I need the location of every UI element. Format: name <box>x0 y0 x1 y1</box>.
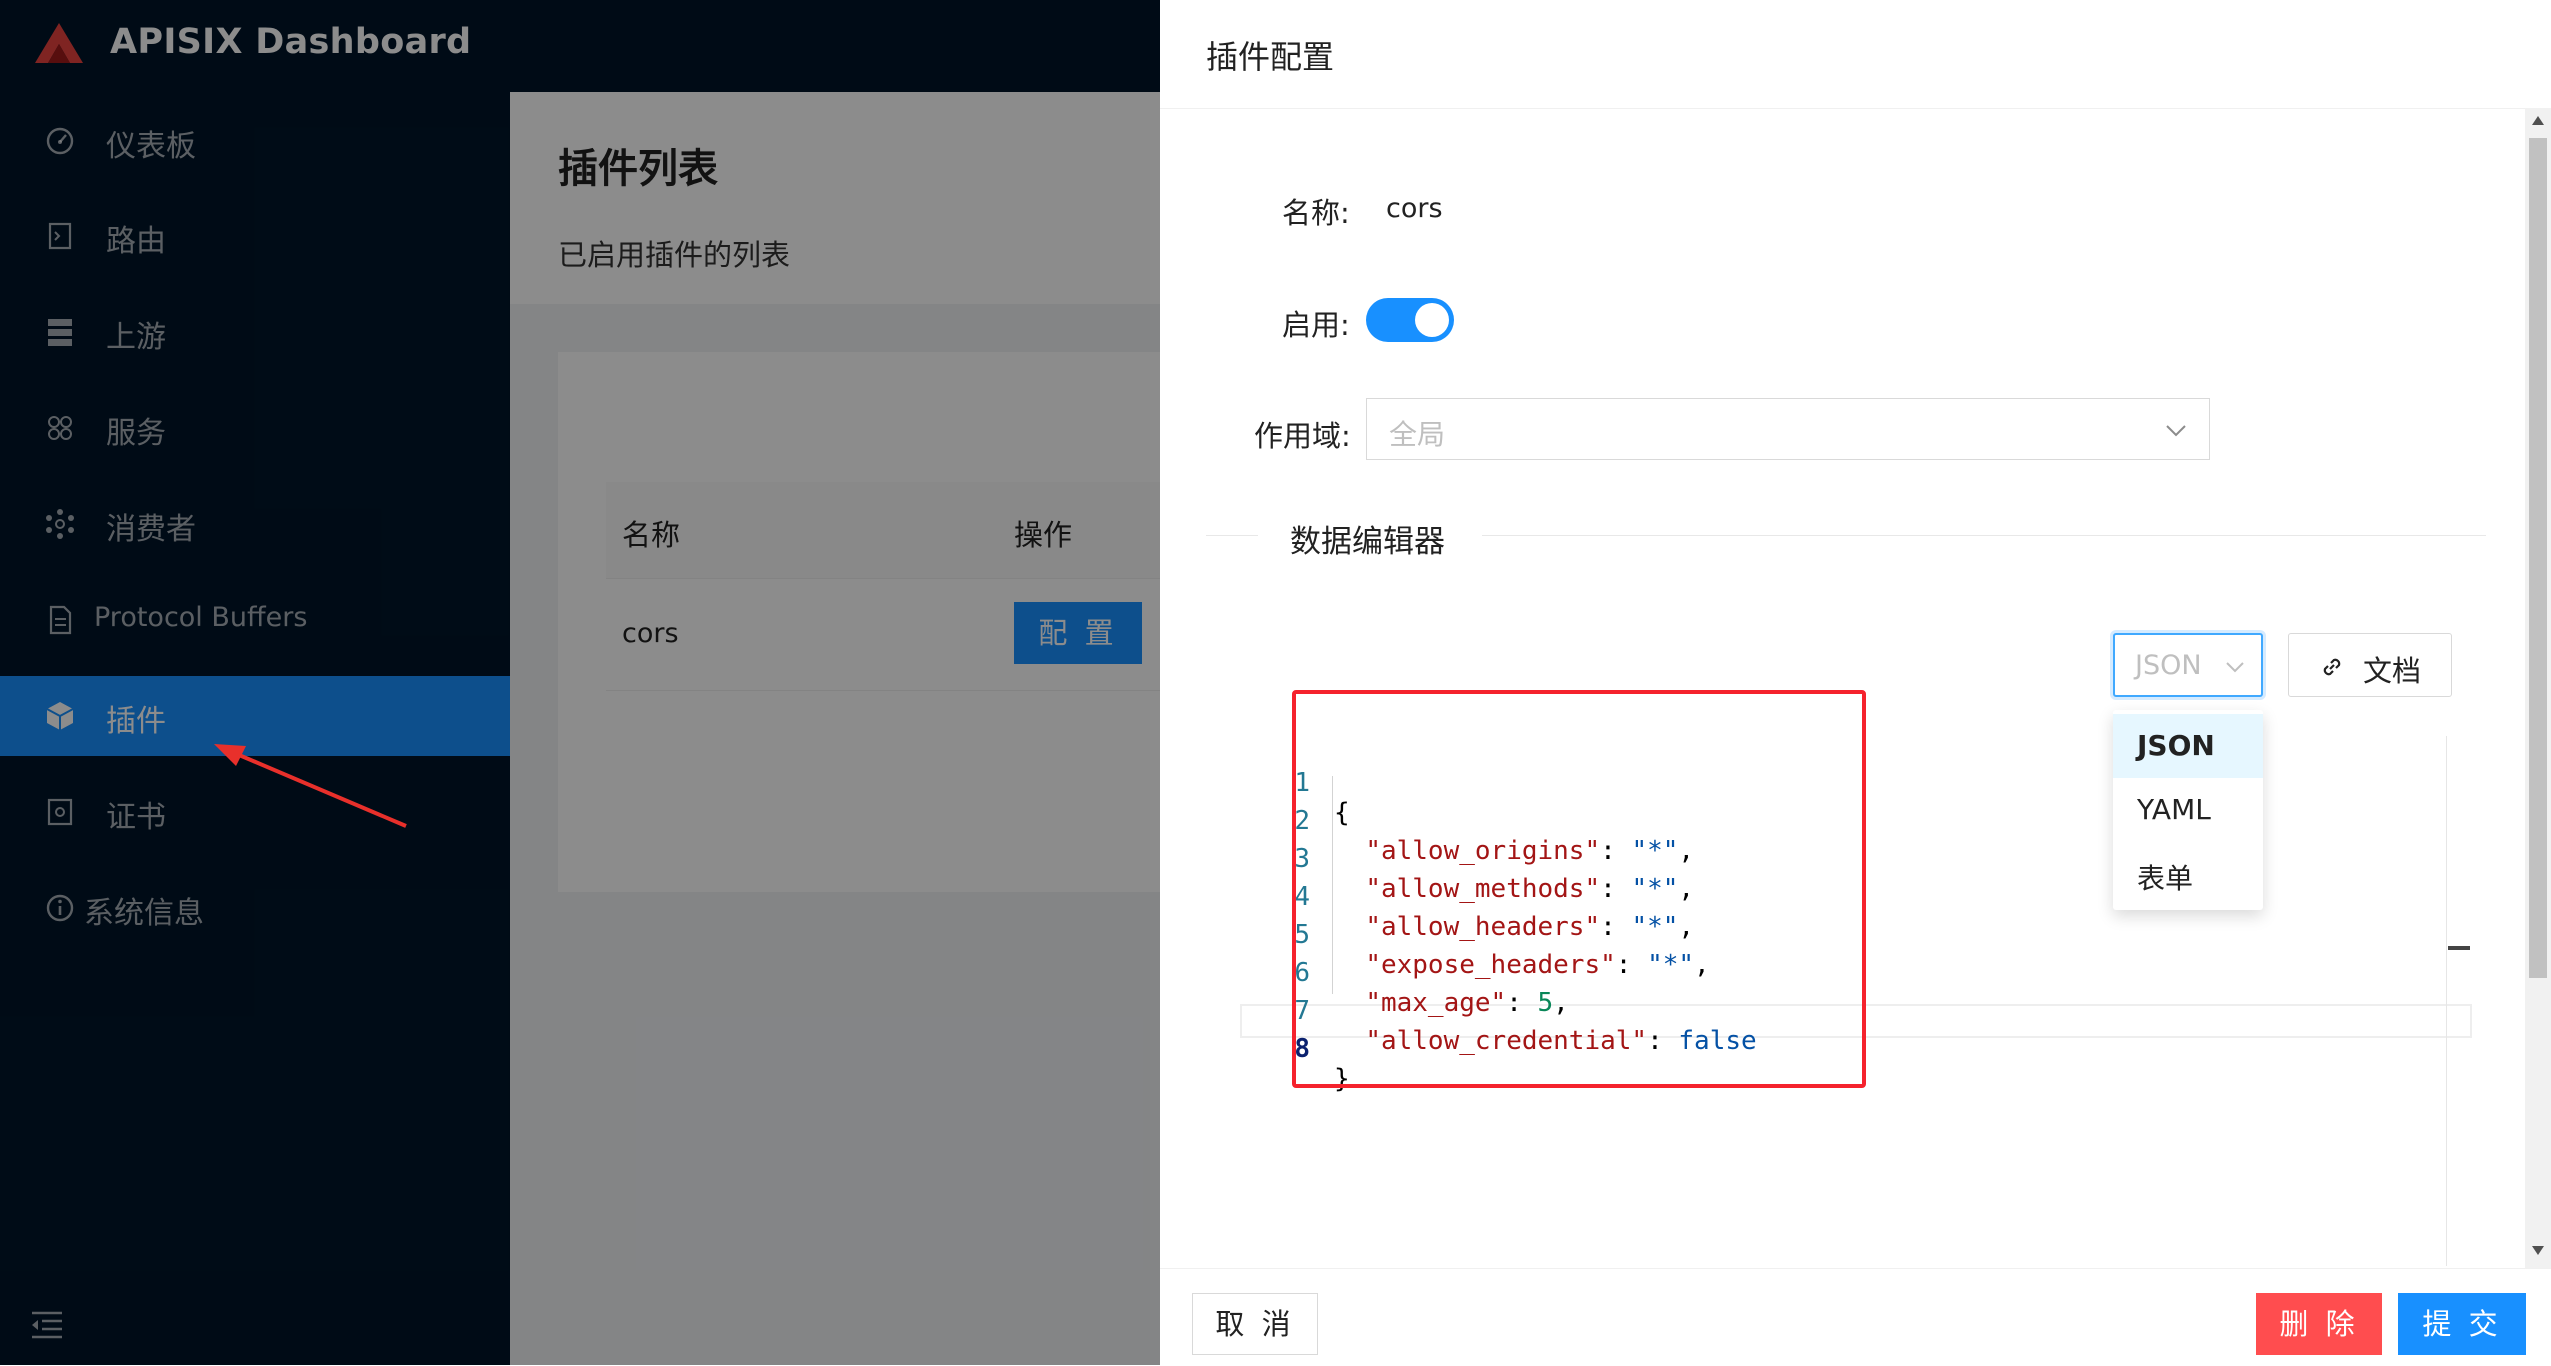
editor-overview-ruler-marker <box>2448 946 2470 950</box>
format-option-form[interactable]: 表单 <box>2113 842 2263 906</box>
name-value: cors <box>1386 193 1443 224</box>
format-select-value: JSON <box>2135 650 2202 681</box>
chevron-down-icon <box>2166 425 2186 437</box>
editor-scrollbar-edge <box>2446 736 2447 1266</box>
enable-switch[interactable] <box>1366 298 1454 342</box>
document-button-label: 文档 <box>2363 654 2422 688</box>
editor-section-title: 数据编辑器 <box>1290 524 1445 560</box>
option-label: YAML <box>2137 793 2211 826</box>
format-option-json[interactable]: JSON <box>2113 714 2263 778</box>
annotation-highlight-box <box>1292 690 1866 1088</box>
link-icon <box>2323 658 2341 676</box>
submit-button[interactable]: 提 交 <box>2398 1293 2526 1355</box>
enable-label: 启用: <box>1282 308 1350 342</box>
plugin-config-drawer: 插件配置 名称: cors 启用: 作用域: 全局 数据编辑器 JSON 文档 … <box>1160 0 2551 1366</box>
drawer-title: 插件配置 <box>1206 38 1335 76</box>
scope-select[interactable]: 全局 <box>1366 398 2210 460</box>
format-option-yaml[interactable]: YAML <box>2113 778 2263 842</box>
option-label: 表单 <box>2137 862 2194 895</box>
option-label: JSON <box>2137 729 2215 762</box>
divider-line <box>1482 535 2486 536</box>
scope-label: 作用域: <box>1254 419 1351 453</box>
document-button[interactable]: 文档 <box>2288 633 2452 697</box>
cancel-button[interactable]: 取 消 <box>1192 1293 1318 1355</box>
scope-placeholder: 全局 <box>1389 418 1446 451</box>
chevron-down-icon <box>2226 662 2244 673</box>
drawer-scrollbar[interactable] <box>2525 108 2551 1268</box>
scrollbar-thumb[interactable] <box>2529 138 2547 978</box>
delete-button[interactable]: 删 除 <box>2256 1293 2382 1355</box>
format-dropdown-menu: JSON YAML 表单 <box>2113 710 2263 910</box>
switch-knob <box>1415 303 1449 337</box>
scroll-down-arrow-icon[interactable] <box>2532 1246 2544 1255</box>
scroll-up-arrow-icon[interactable] <box>2532 116 2544 125</box>
drawer-header: 插件配置 <box>1160 0 2551 109</box>
drawer-mask[interactable] <box>0 0 1160 1365</box>
name-label: 名称: <box>1282 196 1350 230</box>
divider-line <box>1206 535 1258 536</box>
drawer-footer: 取 消 删 除 提 交 <box>1160 1268 2551 1366</box>
format-select[interactable]: JSON <box>2113 633 2263 697</box>
